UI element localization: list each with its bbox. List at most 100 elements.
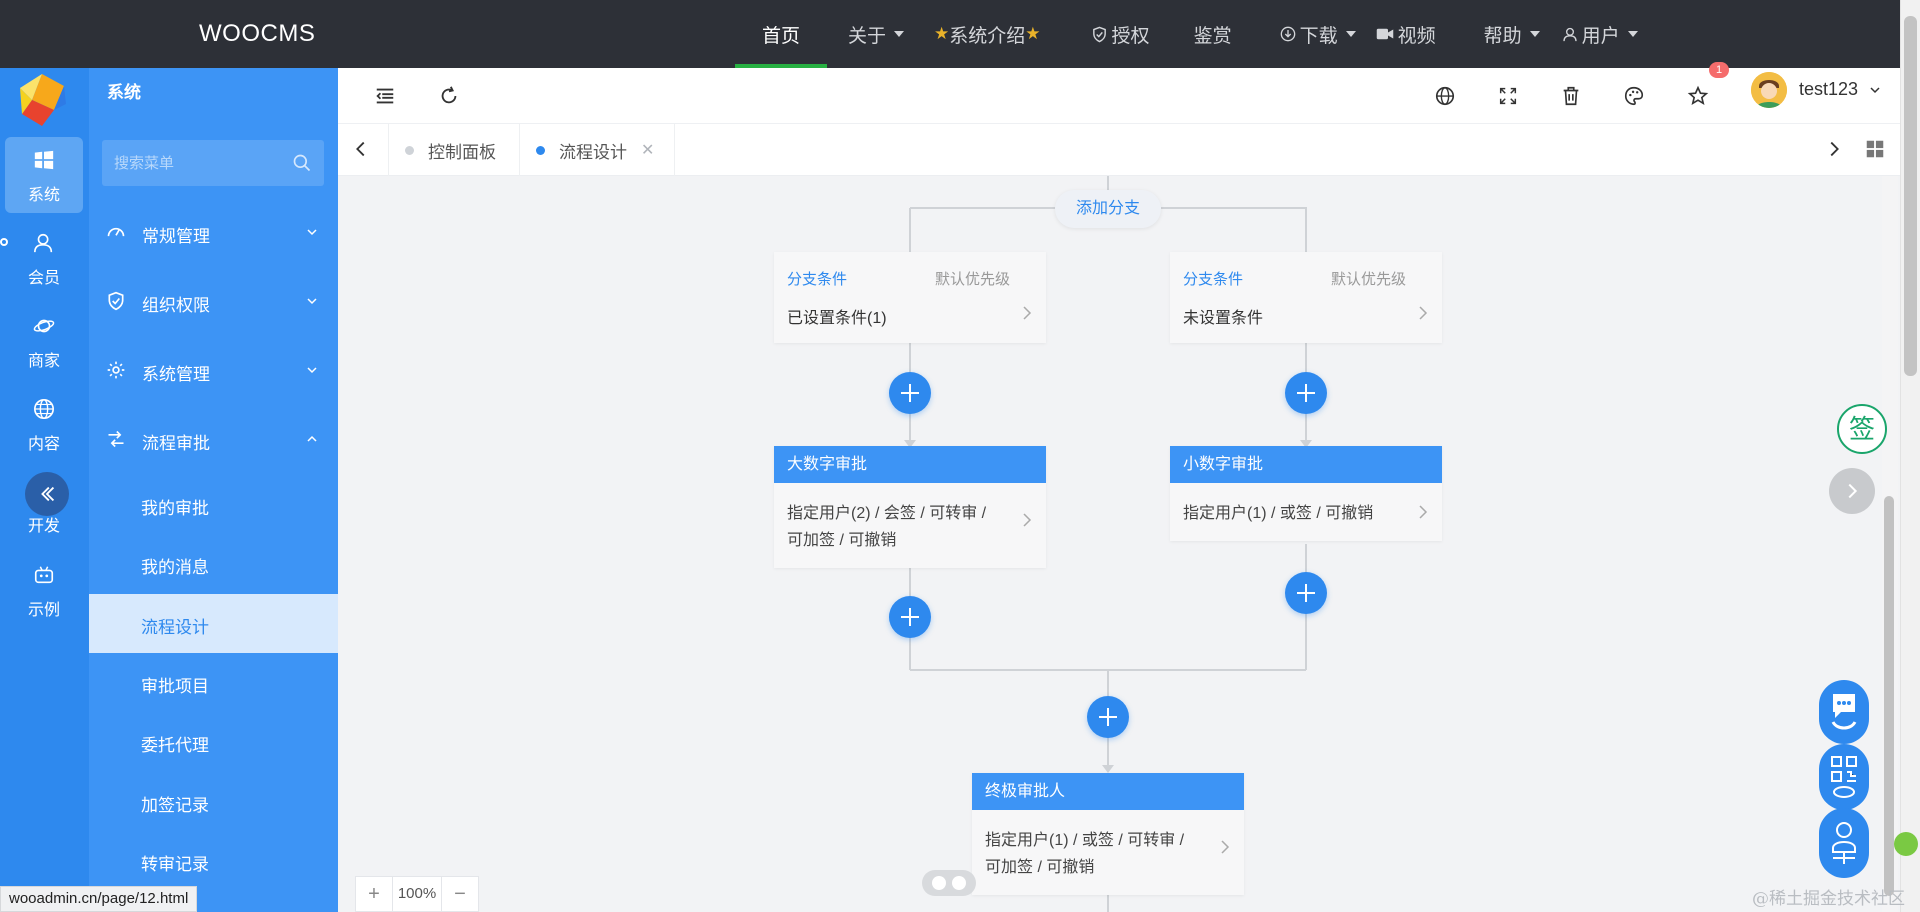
menu-group-system[interactable]: 系统管理: [89, 342, 338, 398]
browser-extension-icon[interactable]: [1894, 832, 1918, 856]
flow-canvas[interactable]: 添加分支 分支条件 默认优先级 已设置条件(1) 大数字审批 指定用户(2) /…: [355, 176, 1883, 912]
collapse-toggle[interactable]: [25, 472, 69, 516]
flow-icon: [108, 430, 124, 448]
topnav-download[interactable]: 下载: [1280, 0, 1356, 68]
qrcode-button[interactable]: [1819, 744, 1869, 810]
theme-palette-icon[interactable]: [1623, 85, 1645, 107]
tab-scroll-right-icon[interactable]: [1823, 138, 1845, 160]
canvas-scrollbar[interactable]: [1882, 176, 1898, 912]
menu-item-label: 审批项目: [141, 677, 209, 696]
condition-title: 分支条件: [1183, 271, 1244, 288]
rail-label: 开发: [27, 518, 60, 535]
rail-label: 内容: [27, 436, 60, 453]
topnav-label: 鉴赏: [1193, 25, 1232, 47]
app-logo-icon[interactable]: [14, 70, 70, 128]
rail-item-develop[interactable]: 开发: [5, 468, 83, 544]
favorite-star-icon[interactable]: [1687, 85, 1709, 107]
menu-group-approval[interactable]: 流程审批: [89, 411, 338, 467]
caret-down-icon: [894, 31, 905, 37]
clear-cache-trash-icon[interactable]: [1560, 85, 1582, 107]
topnav-system-intro[interactable]: ★ 系统介绍 ★: [934, 0, 1041, 68]
topnav-label: 系统介绍: [949, 25, 1026, 47]
rail-item-content[interactable]: 内容: [5, 386, 83, 462]
tab-flow-design[interactable]: 流程设计 ✕: [519, 124, 676, 176]
menu-item-approval-projects[interactable]: 审批项目: [89, 653, 338, 712]
add-node-button[interactable]: [1087, 696, 1129, 738]
menu-item-countersign-records[interactable]: 加签记录: [89, 772, 338, 831]
branch-condition-card[interactable]: 分支条件 默认优先级 已设置条件(1): [774, 252, 1046, 343]
floating-next-button[interactable]: [1829, 468, 1875, 514]
brand-logo-text[interactable]: WOOCMS: [199, 20, 315, 48]
topnav-license[interactable]: 授权: [1091, 0, 1150, 68]
add-node-button[interactable]: [889, 372, 931, 414]
chevron-down-icon: [307, 298, 317, 305]
scrollbar-thumb[interactable]: [1884, 496, 1894, 896]
menu-item-label: 我的审批: [141, 499, 209, 518]
chevron-right-icon: [1221, 840, 1230, 854]
header-toolbar: 1 test123: [338, 62, 1900, 124]
language-globe-icon[interactable]: [1434, 85, 1456, 107]
tab-close-icon[interactable]: ✕: [641, 140, 654, 160]
tab-scroll-left-icon[interactable]: [350, 138, 372, 160]
customer-service-icon: [1832, 822, 1856, 864]
branch-condition-card[interactable]: 分支条件 默认优先级 未设置条件: [1170, 252, 1442, 343]
add-node-button[interactable]: [1285, 572, 1327, 614]
fullscreen-icon[interactable]: [1497, 85, 1519, 107]
chat-bubble-icon: [1831, 694, 1857, 730]
topnav-about[interactable]: 关于: [848, 0, 905, 68]
menu-item-flow-design[interactable]: 流程设计: [89, 594, 338, 653]
tab-dashboard[interactable]: 控制面板: [388, 124, 514, 176]
topnav-appreciate[interactable]: 鉴赏: [1194, 0, 1232, 68]
fold-menu-icon[interactable]: [374, 85, 396, 107]
final-approver-node-card[interactable]: 终极审批人 指定用户(1) / 或签 / 可转审 / 可加签 / 可撤销: [972, 773, 1244, 895]
planet-icon: [33, 319, 55, 333]
menu-item-transfer-records[interactable]: 转审记录: [89, 831, 338, 890]
username[interactable]: test123: [1799, 79, 1858, 100]
chevron-right-icon: [1848, 483, 1858, 499]
menu-group-org[interactable]: 组织权限: [89, 273, 338, 329]
add-node-button[interactable]: [1285, 372, 1327, 414]
node-text: 指定用户(1) / 或签 / 可撤销: [1183, 505, 1374, 522]
add-branch-button[interactable]: 添加分支: [1055, 190, 1161, 228]
zoom-controls: + 100% −: [355, 876, 479, 912]
search-icon[interactable]: [292, 153, 312, 173]
menu-group-general[interactable]: 常规管理: [89, 204, 338, 260]
menu-item-label: 加签记录: [141, 796, 209, 815]
avatar[interactable]: [1751, 72, 1787, 108]
chevron-down-icon[interactable]: [1869, 84, 1881, 96]
rail-item-example[interactable]: 示例: [5, 552, 83, 628]
zoom-out-button[interactable]: −: [442, 877, 478, 911]
topnav-home[interactable]: 首页: [735, 0, 828, 68]
watermark-text: @稀土掘金技术社区: [1752, 889, 1905, 909]
topnav-help[interactable]: 帮助: [1484, 0, 1540, 68]
page-scrollbar[interactable]: [1900, 0, 1920, 912]
qrcode-icon: [1831, 756, 1857, 798]
customer-service-button[interactable]: [1819, 808, 1869, 878]
rail-item-member[interactable]: 会员: [5, 220, 83, 296]
sign-in-button[interactable]: 签: [1837, 404, 1887, 454]
condition-priority: 默认优先级: [934, 271, 1010, 288]
approval-node-card[interactable]: 小数字审批 指定用户(1) / 或签 / 可撤销: [1170, 446, 1442, 541]
page-scrollbar-thumb[interactable]: [1904, 16, 1917, 376]
menu-item-delegation[interactable]: 委托代理: [89, 712, 338, 771]
view-toggle[interactable]: [922, 870, 976, 896]
chevron-up-icon: [307, 435, 317, 442]
chat-support-button[interactable]: [1819, 680, 1869, 744]
menu-item-label: 转审记录: [141, 855, 209, 874]
menu-search-input[interactable]: [102, 140, 282, 186]
rail-item-merchant[interactable]: 商家: [5, 303, 83, 379]
condition-title: 分支条件: [787, 271, 848, 288]
topnav-user[interactable]: 用户: [1562, 0, 1638, 68]
node-text: 指定用户(1) / 或签 / 可转审 / 可加签 / 可撤销: [985, 832, 1185, 876]
rail-item-system[interactable]: 系统: [5, 137, 83, 213]
refresh-icon[interactable]: [438, 85, 460, 107]
approval-node-card[interactable]: 大数字审批 指定用户(2) / 会签 / 可转审 / 可加签 / 可撤销: [774, 446, 1046, 568]
download-icon: [1280, 26, 1295, 42]
zoom-in-button[interactable]: +: [356, 877, 392, 911]
topnav-video[interactable]: 视频: [1376, 0, 1436, 68]
add-node-button[interactable]: [889, 596, 931, 638]
rail-label: 会员: [27, 270, 60, 287]
tab-grid-menu-icon[interactable]: [1864, 138, 1886, 160]
menu-item-my-messages[interactable]: 我的消息: [89, 534, 338, 593]
menu-item-my-approval[interactable]: 我的审批: [89, 475, 338, 534]
